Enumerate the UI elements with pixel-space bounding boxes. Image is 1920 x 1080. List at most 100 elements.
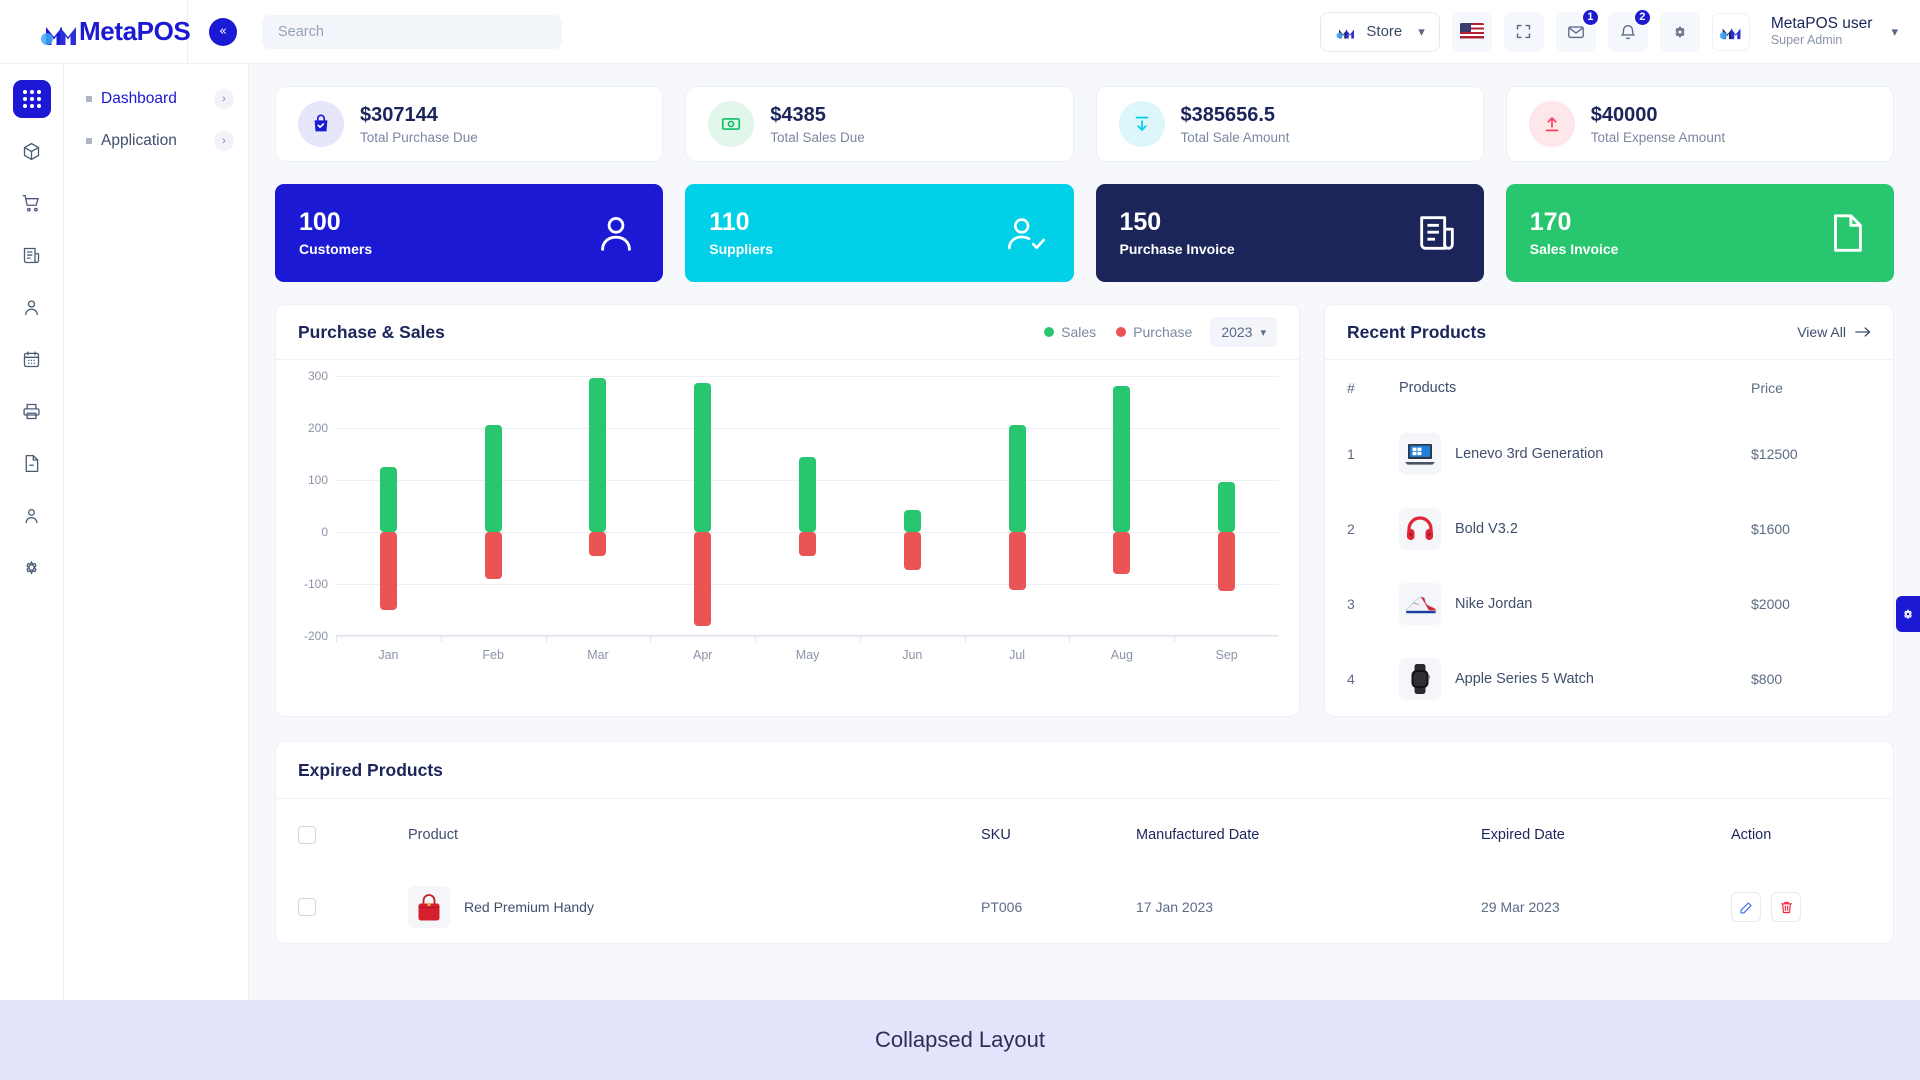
icon-rail <box>0 64 64 1000</box>
chart-body: 300 200 100 0 -100 -200 Jan Feb Mar Apr May Jun Jul… <box>276 359 1299 676</box>
row-price: $800 <box>1751 670 1783 687</box>
row-product: Lenevo 3rd Generation <box>1399 432 1751 475</box>
document-icon <box>1824 210 1870 256</box>
rail-item-calendar[interactable] <box>13 340 51 378</box>
view-all-label: View All <box>1797 324 1846 340</box>
recent-products-table: # Products Price 1 Lenevo 3rd Generation… <box>1325 359 1893 716</box>
chevron-down-icon: ▾ <box>1260 326 1266 339</box>
stat-label: Total Expense Amount <box>1590 130 1726 145</box>
bar-sales <box>799 456 817 532</box>
calendar-icon <box>21 349 42 370</box>
language-flag-button[interactable] <box>1451 11 1492 52</box>
messages-button[interactable]: 1 <box>1555 7 1600 52</box>
bar-group <box>859 376 965 642</box>
chevron-right-icon: › <box>214 131 234 151</box>
bar-purchase <box>903 532 921 570</box>
trash-icon <box>1779 900 1794 915</box>
app-root: MetaPOS « Store ▾ <box>0 0 1920 1080</box>
us-flag-icon <box>1459 23 1484 40</box>
stat-value: $4385 <box>770 104 826 126</box>
x-axis-label: Jun <box>902 648 923 662</box>
stat-value: $385656.5 <box>1180 104 1276 126</box>
rail-item-invoices[interactable] <box>13 236 51 274</box>
legend-dot-purchase <box>1116 327 1127 337</box>
year-value: 2023 <box>1221 324 1253 340</box>
gear-icon <box>1901 607 1915 621</box>
column-header-index: # <box>1347 380 1355 396</box>
search-input[interactable] <box>262 14 562 49</box>
fullscreen-button[interactable] <box>1503 11 1544 52</box>
mid-row: Purchase & Sales Sales Purchase 2023 ▾ 3… <box>275 304 1894 717</box>
view-all-link[interactable]: View All <box>1797 324 1871 340</box>
settings-button[interactable] <box>1659 11 1700 52</box>
stat-value: $307144 <box>360 104 438 126</box>
chevron-down-icon: ▾ <box>1418 23 1425 39</box>
bar-chart: 300 200 100 0 -100 -200 Jan Feb Mar Apr May Jun Jul… <box>292 369 1283 666</box>
kpi-label: Suppliers <box>709 240 774 257</box>
row-product-name: Lenevo 3rd Generation <box>1455 445 1604 462</box>
rail-item-dashboard[interactable] <box>12 80 51 118</box>
arrow-down-tray-icon <box>1118 101 1165 147</box>
select-all-checkbox[interactable] <box>298 826 316 844</box>
table-row: 3 Nike Jordan $2000 <box>1347 566 1871 641</box>
table-row: 4 Apple Series 5 Watch $800 <box>1347 641 1871 716</box>
sidebar-collapse-button[interactable]: « <box>209 17 237 46</box>
sidebar-item-dashboard[interactable]: Dashboard › <box>64 78 248 120</box>
bar-sales <box>484 425 502 532</box>
avatar[interactable] <box>1711 12 1750 51</box>
row-checkbox[interactable] <box>298 898 316 916</box>
rail-item-products[interactable] <box>13 132 51 170</box>
y-axis-tick: -200 <box>303 629 328 643</box>
delete-button[interactable] <box>1771 892 1801 922</box>
bar-sales <box>1008 425 1026 532</box>
sneaker-icon <box>1399 582 1441 625</box>
stat-label: Total Sale Amount <box>1180 130 1290 145</box>
theme-settings-tab[interactable] <box>1896 596 1920 632</box>
stat-label: Total Purchase Due <box>360 130 478 145</box>
rail-item-reports[interactable] <box>13 444 51 482</box>
sidebar-item-application[interactable]: Application › <box>64 120 248 162</box>
gridline <box>336 636 1279 637</box>
bar-purchase <box>694 532 712 626</box>
body-row: Dashboard › Application › $307144 Total … <box>0 64 1920 1000</box>
store-selector[interactable]: Store ▾ <box>1320 11 1440 52</box>
table-header-row: Product SKU Manufactured Date Expired Da… <box>298 799 1871 871</box>
rail-item-print[interactable] <box>13 392 51 430</box>
kpi-label: Customers <box>299 240 373 257</box>
cash-icon <box>708 101 755 147</box>
rail-item-settings[interactable] <box>13 548 51 586</box>
top-header: MetaPOS « Store ▾ <box>0 0 1920 64</box>
column-header-expired-date: Expired Date <box>1481 827 1565 843</box>
notifications-badge: 2 <box>1632 7 1652 27</box>
edit-icon <box>1739 900 1754 915</box>
y-axis-tick: 200 <box>307 421 328 435</box>
messages-badge: 1 <box>1580 7 1600 27</box>
notifications-button[interactable]: 2 <box>1607 7 1652 52</box>
chart-bars <box>336 376 1279 642</box>
row-index: 1 <box>1347 445 1355 462</box>
rail-item-customers[interactable] <box>13 288 51 326</box>
brand-name: MetaPOS <box>79 16 191 46</box>
year-select[interactable]: 2023 ▾ <box>1210 317 1277 347</box>
user-menu[interactable]: MetaPOS user Super Admin <box>1771 15 1873 47</box>
row-index: 4 <box>1347 670 1355 687</box>
column-header-action: Action <box>1731 827 1772 843</box>
brand-logo[interactable]: MetaPOS <box>38 16 191 47</box>
chevron-down-icon[interactable]: ▾ <box>1891 24 1898 40</box>
kpi-number: 110 <box>709 208 750 237</box>
file-minus-icon <box>21 453 42 474</box>
bullet-square-icon <box>86 138 92 144</box>
edit-button[interactable] <box>1731 892 1761 922</box>
rail-item-users[interactable] <box>13 496 51 534</box>
bar-group <box>1069 376 1174 642</box>
x-axis-label: Sep <box>1215 648 1238 662</box>
purchase-sales-card: Purchase & Sales Sales Purchase 2023 ▾ 3… <box>275 304 1300 717</box>
printer-icon <box>21 401 42 422</box>
rail-item-sales[interactable] <box>13 184 51 222</box>
row-product: Nike Jordan <box>1399 582 1751 625</box>
user-outline-icon <box>21 505 42 526</box>
logo-zone: MetaPOS <box>0 0 191 64</box>
x-axis-label: May <box>795 648 820 662</box>
row-manufactured-date: 17 Jan 2023 <box>1136 899 1214 915</box>
stat-value: $40000 <box>1590 104 1658 126</box>
